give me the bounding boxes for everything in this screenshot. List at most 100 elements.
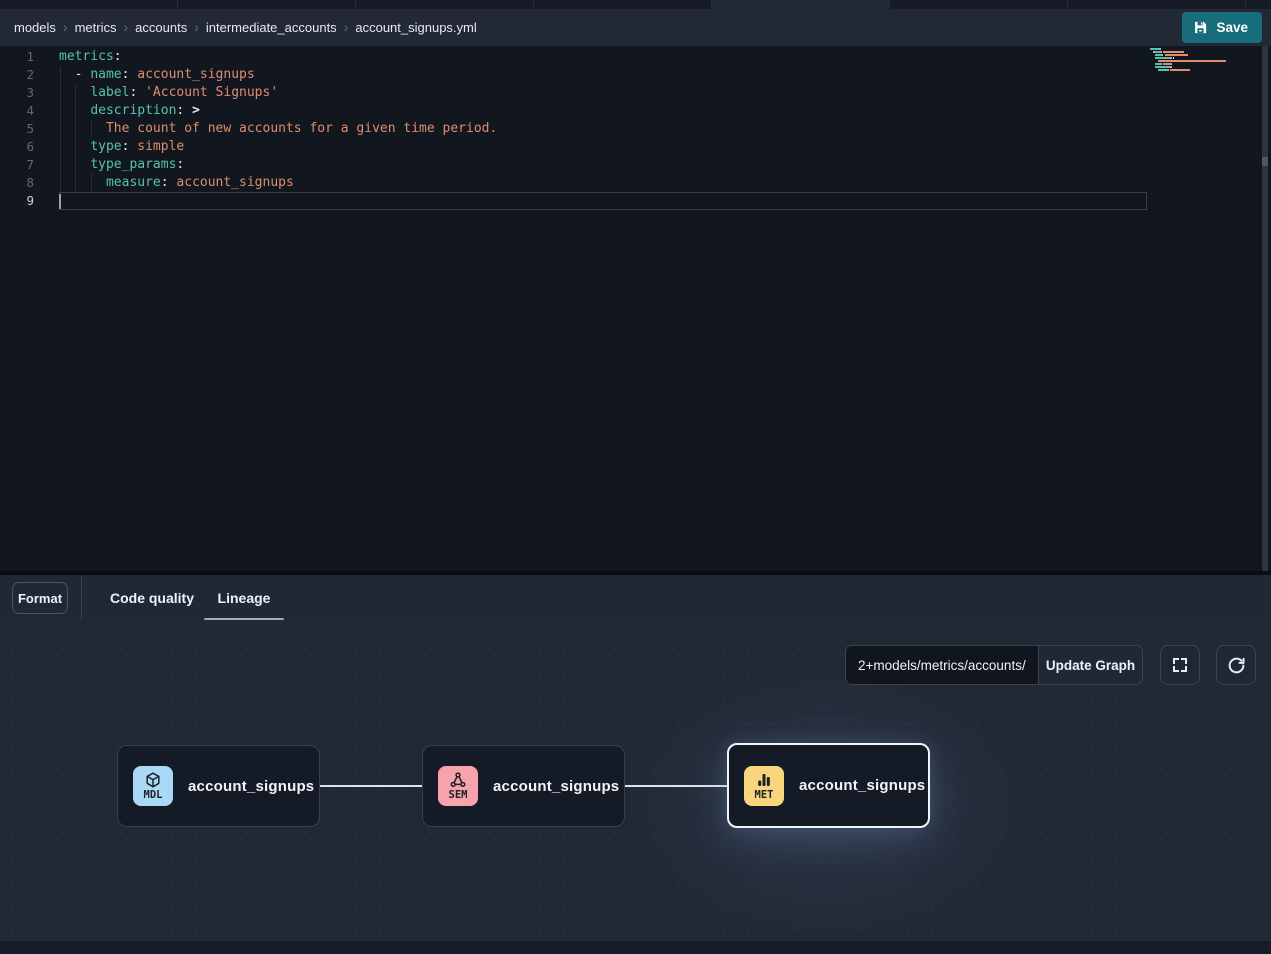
file-tab[interactable] xyxy=(890,0,1068,9)
editor-minimap[interactable] xyxy=(1150,48,1240,75)
refresh-button[interactable] xyxy=(1216,645,1256,685)
code-token: : xyxy=(161,175,169,190)
minimap-line xyxy=(1150,60,1240,62)
format-button[interactable]: Format xyxy=(12,582,68,614)
editor-scrollbar[interactable] xyxy=(1262,46,1268,571)
update-graph-button[interactable]: Update Graph xyxy=(1038,646,1142,684)
canvas-bottom-edge xyxy=(0,941,1271,954)
breadcrumb: models › metrics › accounts › intermediate_acc… xyxy=(14,20,477,35)
code-line[interactable]: type_params: xyxy=(0,156,1200,174)
code-line[interactable]: description: > xyxy=(0,102,1200,120)
node-type-label: MDL xyxy=(144,790,163,801)
breadcrumb-separator-icon: › xyxy=(63,20,68,34)
code-token: : xyxy=(176,157,184,172)
breadcrumb-item[interactable]: intermediate_accounts xyxy=(206,20,337,35)
code-token: type_params xyxy=(90,157,176,172)
minimap-line xyxy=(1150,48,1240,50)
minimap-line xyxy=(1150,63,1240,65)
code-token: simple xyxy=(129,139,184,154)
code-token: > xyxy=(184,103,200,118)
file-tab[interactable] xyxy=(1068,0,1246,9)
code-line[interactable]: - name: account_signups xyxy=(0,66,1200,84)
code-token: : xyxy=(114,49,122,64)
fullscreen-icon xyxy=(1171,656,1189,674)
file-tab[interactable] xyxy=(0,0,178,9)
node-type-badge: MDL xyxy=(133,766,173,806)
file-tab[interactable] xyxy=(178,0,356,9)
minimap-line xyxy=(1150,54,1240,56)
fullscreen-button[interactable] xyxy=(1160,645,1200,685)
editor-code[interactable]: metrics: - name: account_signups label: … xyxy=(0,48,1200,210)
code-token: description xyxy=(90,103,176,118)
save-button-label: Save xyxy=(1216,20,1248,35)
cube-icon xyxy=(144,771,162,789)
ide-window: models › metrics › accounts › intermediate_acc… xyxy=(0,0,1271,954)
share-network-icon xyxy=(449,771,467,789)
lineage-edge xyxy=(625,785,727,787)
code-token: account_signups xyxy=(169,175,294,190)
save-icon xyxy=(1193,20,1208,35)
lineage-canvas[interactable]: Update Graph xyxy=(0,620,1271,954)
code-token: label xyxy=(90,85,129,100)
node-name-label: account_signups xyxy=(188,778,314,795)
breadcrumb-item[interactable]: account_signups.yml xyxy=(355,20,476,35)
lineage-node-sem[interactable]: SEM account_signups xyxy=(422,745,625,827)
selector-input[interactable] xyxy=(846,646,1038,684)
code-line[interactable] xyxy=(0,192,1200,210)
code-token: name xyxy=(90,67,121,82)
code-token xyxy=(59,157,90,172)
lineage-edge xyxy=(320,785,422,787)
node-type-badge: MET xyxy=(744,766,784,806)
code-token xyxy=(59,103,90,118)
lineage-controls: Update Graph xyxy=(845,645,1256,685)
code-token: metrics xyxy=(59,49,114,64)
lineage-node-met[interactable]: MET account_signups xyxy=(727,743,930,828)
node-name-label: account_signups xyxy=(493,778,619,795)
breadcrumb-item[interactable]: metrics xyxy=(75,20,117,35)
breadcrumb-bar: models › metrics › accounts › intermediate_acc… xyxy=(0,9,1271,46)
code-line[interactable]: measure: account_signups xyxy=(0,174,1200,192)
minimap-line xyxy=(1150,72,1240,74)
breadcrumb-separator-icon: › xyxy=(123,20,128,34)
tab-code-quality[interactable]: Code quality xyxy=(96,575,208,620)
file-tab[interactable] xyxy=(534,0,712,9)
panel-header-divider xyxy=(81,576,82,620)
save-button[interactable]: Save xyxy=(1182,12,1262,43)
code-line[interactable]: label: 'Account Signups' xyxy=(0,84,1200,102)
node-name-label: account_signups xyxy=(799,777,925,794)
minimap-line xyxy=(1150,57,1240,59)
file-tab[interactable] xyxy=(356,0,534,9)
breadcrumb-item[interactable]: models xyxy=(14,20,56,35)
code-line[interactable]: type: simple xyxy=(0,138,1200,156)
minimap-line xyxy=(1150,69,1240,71)
breadcrumb-item[interactable]: accounts xyxy=(135,20,187,35)
code-line[interactable]: metrics: xyxy=(0,48,1200,66)
tab-lineage[interactable]: Lineage xyxy=(204,575,284,620)
code-token xyxy=(59,85,90,100)
selector-group: Update Graph xyxy=(845,645,1143,685)
bottom-panel: Format Code quality Lineage Update Graph xyxy=(0,575,1271,954)
breadcrumb-separator-icon: › xyxy=(344,20,349,34)
code-token: account_signups xyxy=(129,67,254,82)
minimap-line xyxy=(1150,66,1240,68)
code-token: - xyxy=(59,67,90,82)
minimap-line xyxy=(1150,51,1240,53)
breadcrumb-separator-icon: › xyxy=(194,20,199,34)
code-token xyxy=(59,175,106,190)
code-token: The count of new accounts for a given ti… xyxy=(106,121,497,136)
file-tab-strip xyxy=(0,0,1271,9)
node-type-badge: SEM xyxy=(438,766,478,806)
editor-scrollbar-thumb[interactable] xyxy=(1262,157,1268,166)
file-tab-strip-end xyxy=(1246,0,1271,9)
node-type-label: MET xyxy=(755,790,774,801)
code-editor[interactable]: 123456789 metrics: - name: account_signu… xyxy=(0,46,1271,571)
code-token: measure xyxy=(106,175,161,190)
lineage-node-mdl[interactable]: MDL account_signups xyxy=(117,745,320,827)
code-token xyxy=(59,121,106,136)
code-line[interactable]: The count of new accounts for a given ti… xyxy=(0,120,1200,138)
file-tab-active[interactable] xyxy=(712,0,890,9)
bar-chart-icon xyxy=(755,771,773,789)
code-token xyxy=(59,139,90,154)
refresh-icon xyxy=(1227,656,1246,675)
code-token: type xyxy=(90,139,121,154)
